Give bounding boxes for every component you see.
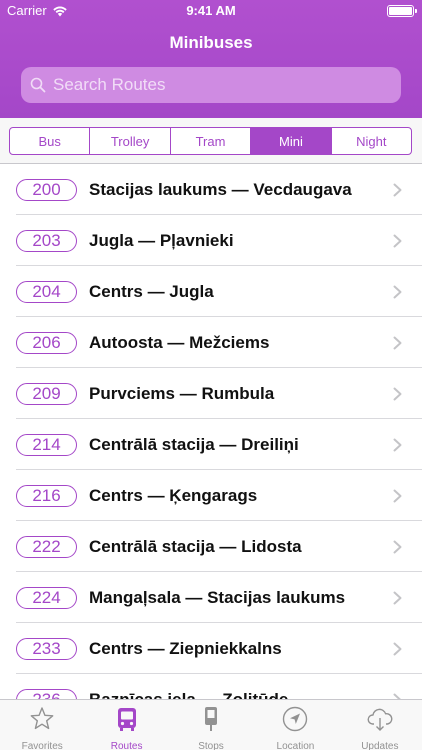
chevron-right-icon <box>393 285 402 299</box>
bus-icon <box>113 705 141 736</box>
route-name: Jugla — Pļavnieki <box>89 230 234 250</box>
tab-bar: Favorites Routes Stops Location Updates <box>0 699 422 750</box>
route-name: Mangaļsala — Stacijas laukums <box>89 587 346 607</box>
route-row[interactable]: 222 Centrālā stacija — Lidosta <box>0 521 422 572</box>
tab-stops[interactable]: Stops <box>169 700 253 750</box>
route-row[interactable]: 200 Stacijas laukums — Vecdaugava <box>0 164 422 215</box>
tab-label: Stops <box>198 741 224 750</box>
location-arrow-icon <box>281 705 309 736</box>
tab-label: Location <box>276 741 315 750</box>
battery-icon <box>387 5 417 17</box>
tab-routes[interactable]: Routes <box>84 700 168 750</box>
route-number-badge: 236 <box>16 688 77 699</box>
route-number-badge: 204 <box>16 280 77 303</box>
tab-favorites[interactable]: Favorites <box>0 700 84 750</box>
header: Carrier 9:41 AM Minibuses <box>0 0 422 118</box>
route-row[interactable]: 214 Centrālā stacija — Dreiliņi <box>0 419 422 470</box>
page-title: Minibuses <box>169 33 253 52</box>
route-name: Autoosta — Mežciems <box>89 332 270 352</box>
route-name: Centrālā stacija — Lidosta <box>89 536 302 556</box>
route-row[interactable]: 209 Purvciems — Rumbula <box>0 368 422 419</box>
route-name: Purvciems — Rumbula <box>89 383 275 403</box>
segment-bar: Bus Trolley Tram Mini Night <box>0 118 422 164</box>
route-name: Centrālā stacija — Dreiliņi <box>89 434 299 454</box>
search-input[interactable] <box>53 75 393 95</box>
chevron-right-icon <box>393 489 402 503</box>
search-bar[interactable] <box>21 67 401 103</box>
star-icon <box>28 705 56 736</box>
route-list: 200 Stacijas laukums — Vecdaugava 203 Jugla… <box>0 164 422 699</box>
segment-tram[interactable]: Tram <box>169 128 250 154</box>
segment-bus[interactable]: Bus <box>10 128 89 154</box>
chevron-right-icon <box>393 591 402 605</box>
chevron-right-icon <box>393 642 402 656</box>
route-row[interactable]: 224 Mangaļsala — Stacijas laukums <box>0 572 422 623</box>
tab-label: Routes <box>110 741 143 750</box>
route-number-badge: 200 <box>16 178 77 201</box>
route-number-badge: 206 <box>16 331 77 354</box>
route-row[interactable]: 206 Autoosta — Mežciems <box>0 317 422 368</box>
chevron-right-icon <box>393 234 402 248</box>
tab-location[interactable]: Location <box>253 700 337 750</box>
route-row[interactable]: 236 Baznīcas iela — Zolitūde <box>0 674 422 699</box>
route-name: Centrs — Ziepniekkalns <box>89 638 282 658</box>
chevron-right-icon <box>393 540 402 554</box>
chevron-right-icon <box>393 336 402 350</box>
route-number-badge: 214 <box>16 433 77 456</box>
chevron-right-icon <box>393 387 402 401</box>
route-name: Centrs — Ķengarags <box>89 485 258 505</box>
route-number-badge: 209 <box>16 382 77 405</box>
tab-updates[interactable]: Updates <box>338 700 422 750</box>
route-row[interactable]: 233 Centrs — Ziepniekkalns <box>0 623 422 674</box>
route-row[interactable]: 204 Centrs — Jugla <box>0 266 422 317</box>
tab-label: Updates <box>361 741 399 750</box>
chevron-right-icon <box>393 183 402 197</box>
segment-mini[interactable]: Mini <box>250 128 331 154</box>
route-number-badge: 233 <box>16 637 77 660</box>
segment-night[interactable]: Night <box>330 128 411 154</box>
transport-type-segmented-control: Bus Trolley Tram Mini Night <box>9 127 412 155</box>
route-name: Stacijas laukums — Vecdaugava <box>89 179 352 199</box>
chevron-right-icon <box>393 438 402 452</box>
tab-label: Favorites <box>21 741 63 750</box>
status-time: 9:41 AM <box>186 3 236 18</box>
search-icon <box>30 77 46 93</box>
route-number-badge: 224 <box>16 586 77 609</box>
route-name: Centrs — Jugla <box>89 281 214 301</box>
route-name: Baznīcas iela — Zolitūde <box>89 689 289 700</box>
route-number-badge: 203 <box>16 229 77 252</box>
route-number-badge: 222 <box>16 535 77 558</box>
status-bar: Carrier 9:41 AM <box>0 0 422 22</box>
stop-icon <box>197 705 225 736</box>
segment-trolley[interactable]: Trolley <box>89 128 169 154</box>
route-row[interactable]: 216 Centrs — Ķengarags <box>0 470 422 521</box>
route-number-badge: 216 <box>16 484 77 507</box>
cloud-download-icon <box>366 705 394 736</box>
route-row[interactable]: 203 Jugla — Pļavnieki <box>0 215 422 266</box>
